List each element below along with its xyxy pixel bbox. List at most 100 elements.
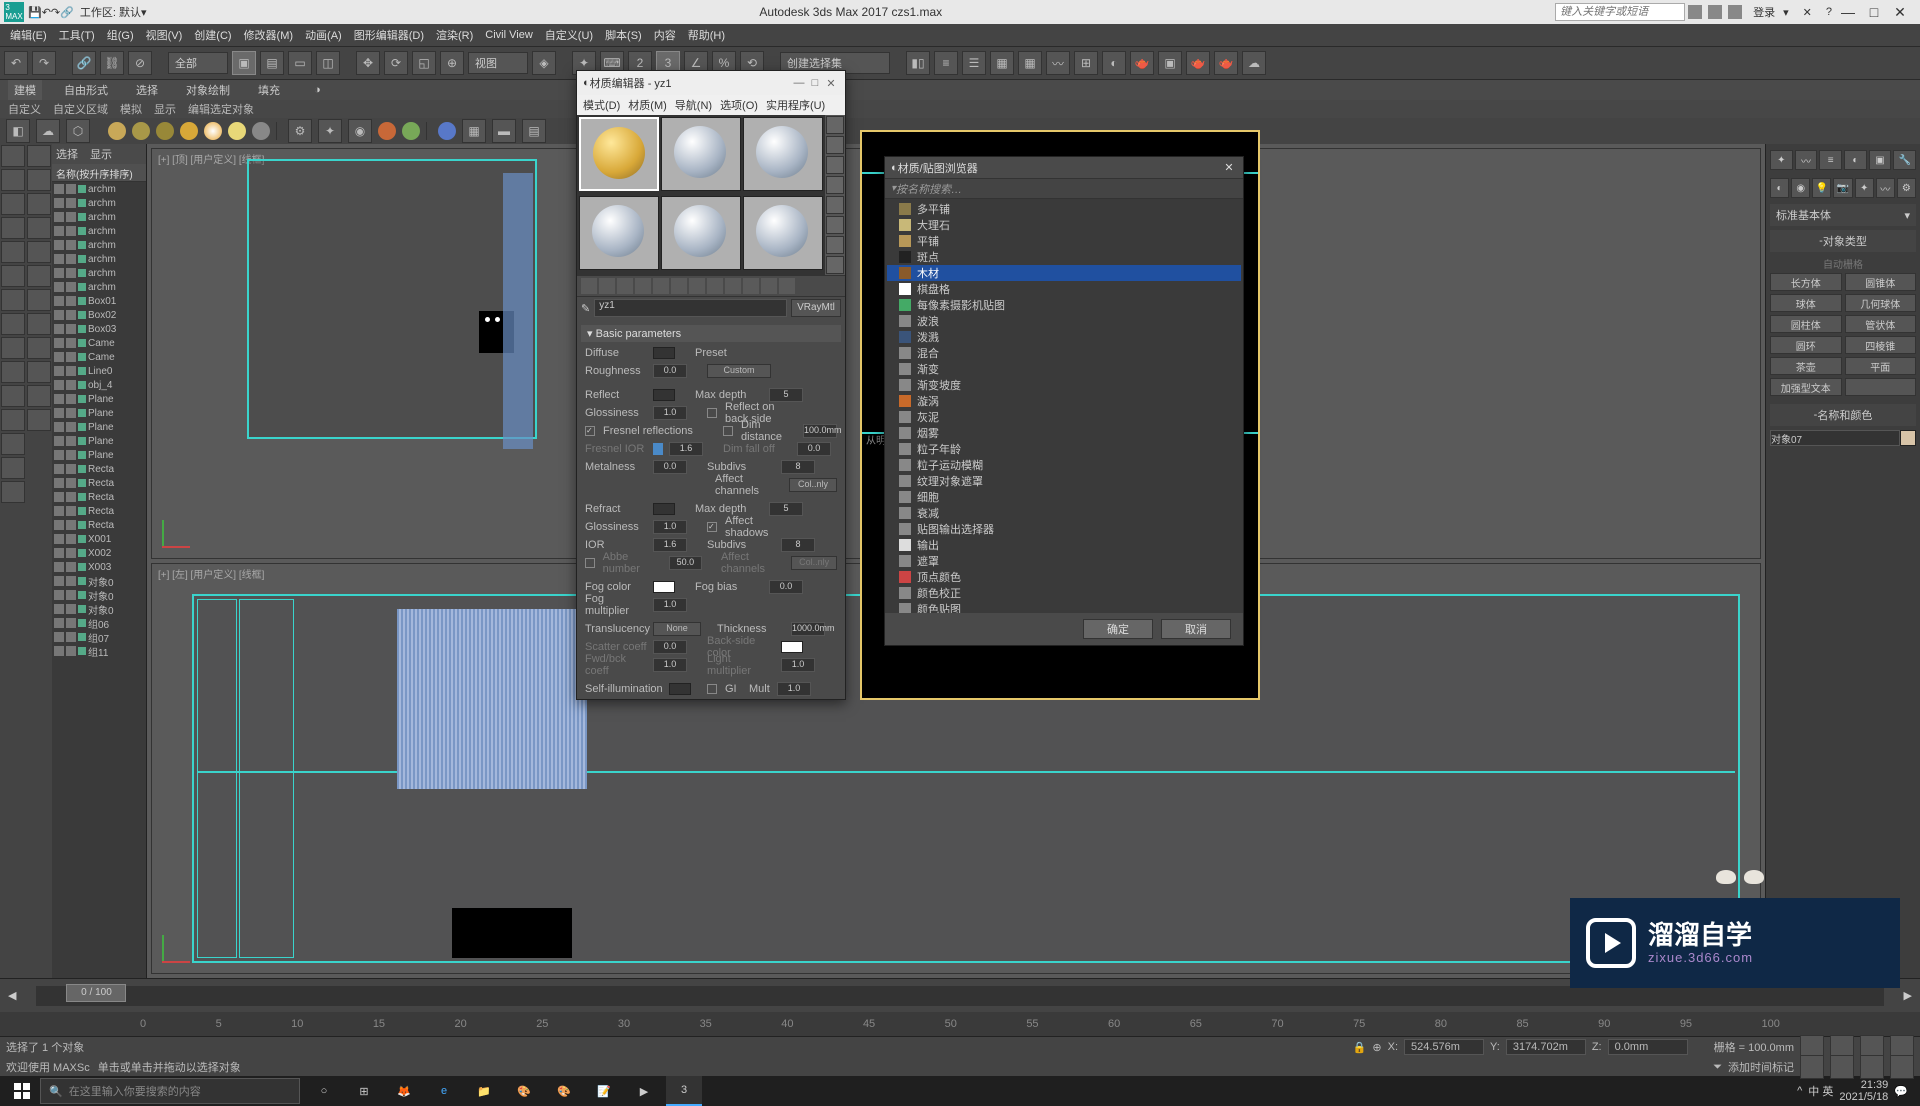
bind-icon[interactable]: ⊘ [128, 51, 152, 75]
mb-item[interactable]: 粒子运动模糊 [887, 457, 1241, 473]
scene-item[interactable]: archm [52, 266, 146, 280]
window-cross-icon[interactable]: ◫ [316, 51, 340, 75]
me-side-icon[interactable] [826, 136, 844, 154]
mb-item[interactable]: 斑点 [887, 249, 1241, 265]
sphere-brass-icon[interactable] [132, 122, 150, 140]
type-cloud-icon[interactable]: ☁ [36, 119, 60, 143]
mb-item[interactable]: 细胞 [887, 489, 1241, 505]
curve-editor-icon[interactable]: 〰 [1046, 51, 1070, 75]
object-type-button[interactable]: 管状体 [1845, 315, 1917, 333]
menu-group[interactable]: 组(G) [103, 27, 138, 43]
abbe-check[interactable] [585, 558, 595, 568]
me-side-icon[interactable] [826, 176, 844, 194]
lt2-icon[interactable] [27, 217, 51, 239]
dd-primitives[interactable]: 标准基本体▾ [1770, 204, 1916, 226]
selection-filter[interactable]: 全部 [168, 52, 228, 74]
tab-selection[interactable]: 选择 [130, 80, 164, 100]
scene-item[interactable]: Recta [52, 490, 146, 504]
layer-icon[interactable]: ☰ [962, 51, 986, 75]
lt2-icon[interactable] [27, 145, 51, 167]
me-minimize-button[interactable]: — [791, 77, 807, 89]
gi-check[interactable] [707, 684, 717, 694]
mb-item[interactable]: 纹理对象遮罩 [887, 473, 1241, 489]
me-tb-icon[interactable] [779, 278, 795, 294]
object-type-button[interactable]: 圆锥体 [1845, 273, 1917, 291]
mb-item[interactable]: 棋盘格 [887, 281, 1241, 297]
me-side-icon[interactable] [826, 116, 844, 134]
move-icon[interactable]: ✥ [356, 51, 380, 75]
affect-dd[interactable]: Col..nly [789, 478, 837, 492]
scene-item[interactable]: Recta [52, 518, 146, 532]
lt-icon[interactable] [1, 217, 25, 239]
qat-save-icon[interactable]: 💾 [28, 6, 42, 19]
scene-item[interactable]: Came [52, 350, 146, 364]
refract-swatch[interactable] [653, 503, 675, 515]
object-type-button[interactable]: 几何球体 [1845, 294, 1917, 312]
app-icon[interactable]: 🎨 [546, 1076, 582, 1106]
scene-item[interactable]: Plane [52, 434, 146, 448]
lt-icon[interactable] [1, 481, 25, 503]
gloss-spinner[interactable]: 1.0 [653, 406, 687, 420]
qat-undo-icon[interactable]: ↶ [42, 6, 51, 19]
lt-icon[interactable] [1, 457, 25, 479]
me-tb-icon[interactable] [707, 278, 723, 294]
me-slot-1[interactable] [579, 117, 659, 191]
lt2-icon[interactable] [27, 385, 51, 407]
se-display-tab[interactable]: 显示 [90, 146, 112, 162]
lt2-icon[interactable] [27, 289, 51, 311]
scene-item[interactable]: X001 [52, 532, 146, 546]
scene-list[interactable]: archmarchmarchmarchmarchmarchmarchmarchm… [52, 182, 146, 978]
me-tb-icon[interactable] [725, 278, 741, 294]
scene-item[interactable]: archm [52, 182, 146, 196]
start-button[interactable] [4, 1076, 40, 1106]
lt-icon[interactable] [1, 193, 25, 215]
refr-maxdepth-spinner[interactable]: 5 [769, 502, 803, 516]
rotate-icon[interactable]: ⟳ [384, 51, 408, 75]
tab-populate[interactable]: 填充 [252, 80, 286, 100]
scene-item[interactable]: 组07 [52, 630, 146, 644]
refr-gloss-spinner[interactable]: 1.0 [653, 520, 687, 534]
workspace-selector[interactable]: 工作区: 默认 [80, 4, 141, 20]
lt-icon[interactable] [1, 433, 25, 455]
cp-motion-icon[interactable]: ◐ [1844, 150, 1867, 170]
scene-item[interactable]: 对象0 [52, 588, 146, 602]
sphere-orange-icon[interactable] [378, 122, 396, 140]
scale-icon[interactable]: ◱ [412, 51, 436, 75]
coord-x[interactable]: 524.576m [1404, 1039, 1484, 1055]
cp-create-icon[interactable]: ✦ [1770, 150, 1793, 170]
object-type-button[interactable]: 长方体 [1770, 273, 1842, 291]
lt-icon[interactable] [1, 241, 25, 263]
me-tb-icon[interactable] [743, 278, 759, 294]
affect-shadows-check[interactable] [707, 522, 717, 532]
scene-item[interactable]: Recta [52, 476, 146, 490]
me-maximize-button[interactable]: □ [807, 77, 823, 89]
object-type-button[interactable]: 圆柱体 [1770, 315, 1842, 333]
link-icon[interactable]: 🔗 [72, 51, 96, 75]
cp-display-icon[interactable]: ▣ [1869, 150, 1892, 170]
me-tb-icon[interactable] [671, 278, 687, 294]
time-slider-thumb[interactable]: 0 / 100 [66, 984, 126, 1002]
obj-misc2-icon[interactable]: ✦ [318, 119, 342, 143]
explorer-icon[interactable]: 📁 [466, 1076, 502, 1106]
coord-z[interactable]: 0.0mm [1608, 1039, 1688, 1055]
app-icon[interactable]: 🎨 [506, 1076, 542, 1106]
me-tb-icon[interactable] [653, 278, 669, 294]
exchange-icon[interactable]: ✕ [1803, 6, 1812, 19]
scene-item[interactable]: archm [52, 252, 146, 266]
sub-sim[interactable]: 模拟 [120, 101, 142, 117]
material-name-input[interactable]: yz1 [594, 299, 787, 317]
user-icon[interactable] [1728, 5, 1742, 19]
mb-item[interactable]: 波浪 [887, 313, 1241, 329]
mb-item[interactable]: 烟雾 [887, 425, 1241, 441]
mb-item[interactable]: 颜色贴图 [887, 601, 1241, 613]
redo-icon[interactable]: ↷ [32, 51, 56, 75]
menu-content[interactable]: 内容 [650, 27, 680, 43]
me-tb-icon[interactable] [581, 278, 597, 294]
align-icon[interactable]: ≡ [934, 51, 958, 75]
scene-item[interactable]: archm [52, 224, 146, 238]
unlink-icon[interactable]: ⛓ [100, 51, 124, 75]
menu-customize[interactable]: 自定义(U) [541, 27, 597, 43]
cp-cat-systems-icon[interactable]: ⚙ [1897, 178, 1916, 198]
scene-item[interactable]: archm [52, 280, 146, 294]
scene-item[interactable]: 组11 [52, 644, 146, 658]
